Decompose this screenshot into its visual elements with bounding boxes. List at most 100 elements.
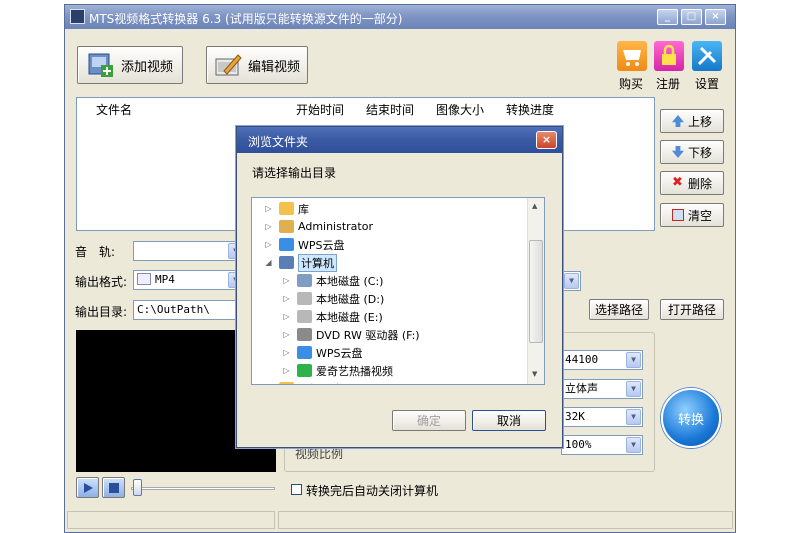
expand-icon[interactable]: ▷ — [282, 312, 291, 321]
tools-icon[interactable] — [692, 41, 722, 71]
edit-video-button[interactable]: 编辑视频 — [206, 46, 308, 84]
select-path-button[interactable]: 选择路径 — [589, 299, 649, 320]
stop-button[interactable] — [102, 477, 125, 498]
status-bar-right — [278, 511, 733, 529]
column-start-time[interactable]: 开始时间 — [296, 101, 344, 118]
buy-label[interactable]: 购买 — [619, 75, 643, 92]
tree-item-label: 更新图片 — [298, 381, 342, 385]
collapse-icon[interactable]: ◢ — [264, 258, 273, 267]
drive-icon — [297, 292, 312, 305]
tree-item-label: WPS云盘 — [316, 346, 363, 360]
register-label[interactable]: 注册 — [656, 75, 680, 92]
settings-label[interactable]: 设置 — [695, 75, 719, 92]
scroll-up-icon[interactable]: ▲ — [532, 202, 537, 210]
chevron-down-icon[interactable]: ▼ — [626, 381, 641, 397]
column-progress[interactable]: 转换进度 — [506, 101, 554, 118]
browse-folder-dialog: 浏览文件夹 × 请选择输出目录 ▷ 库 ▷ Administrator ▷ WPS云盘 ◢ 计… — [236, 126, 563, 448]
auto-shutdown-label[interactable]: 转换完后自动关闭计算机 — [306, 482, 438, 499]
edit-video-icon — [214, 51, 242, 79]
tree-item[interactable]: ▷ 本地磁盘 (E:) — [282, 308, 383, 325]
folder-tree[interactable]: ▷ 库 ▷ Administrator ▷ WPS云盘 ◢ 计算机 ▷ 本地磁盘 (C:) ▷ 本地磁… — [251, 197, 545, 385]
cart-icon[interactable] — [617, 41, 647, 71]
move-up-button[interactable]: 上移 — [660, 109, 724, 133]
expand-icon[interactable]: ▷ — [264, 222, 273, 231]
expand-icon[interactable]: ▷ — [282, 366, 291, 375]
delete-icon: ✖ — [671, 175, 683, 190]
expand-icon[interactable]: ▷ — [282, 294, 291, 303]
arrow-down-icon — [671, 146, 684, 158]
tree-item-label: DVD RW 驱动器 (F:) — [316, 328, 420, 342]
cancel-label: 取消 — [496, 414, 521, 428]
dialog-title-bar[interactable]: 浏览文件夹 × — [237, 127, 562, 153]
tree-item[interactable]: ▷ WPS云盘 — [264, 236, 345, 253]
convert-button[interactable]: 转换 — [661, 388, 721, 448]
clear-icon — [671, 209, 684, 221]
column-image-size[interactable]: 图像大小 — [436, 101, 484, 118]
expand-icon[interactable]: ▷ — [282, 348, 291, 357]
vertical-scrollbar[interactable]: ▲ ▼ — [527, 198, 544, 384]
app-icon — [70, 9, 85, 24]
expand-icon[interactable]: ▷ — [282, 276, 291, 285]
play-button[interactable] — [76, 477, 99, 498]
column-end-time[interactable]: 结束时间 — [366, 101, 414, 118]
tree-item[interactable]: ▷ 本地磁盘 (C:) — [282, 272, 383, 289]
scroll-down-icon[interactable]: ▼ — [532, 370, 537, 378]
arrow-up-icon — [671, 115, 684, 127]
tree-item[interactable]: ▷ 库 — [264, 200, 309, 217]
tree-item[interactable]: ▷ WPS云盘 — [282, 344, 363, 361]
sample-rate-value: 44100 — [565, 353, 599, 366]
lock-icon[interactable] — [654, 41, 684, 71]
audio-track-select[interactable]: ▼ — [133, 241, 245, 261]
folder-icon — [279, 382, 294, 384]
open-path-label: 打开路径 — [667, 303, 716, 317]
add-video-label: 添加视频 — [120, 59, 173, 75]
seek-track[interactable] — [131, 487, 275, 490]
cancel-button[interactable]: 取消 — [472, 410, 546, 431]
scrollbar-thumb[interactable] — [529, 240, 543, 343]
output-format-label: 输出格式: — [75, 275, 128, 289]
title-bar[interactable]: MTS视频格式转换器 6.3 (试用版只能转换源文件的一部分) _ □ × — [65, 5, 735, 29]
expand-icon[interactable]: ▷ — [264, 204, 273, 213]
close-icon[interactable]: × — [536, 131, 557, 149]
ok-button[interactable]: 确定 — [392, 410, 466, 431]
tree-item[interactable]: ▷ Administrator — [264, 218, 373, 235]
close-icon[interactable]: × — [705, 9, 726, 25]
dialog-prompt: 请选择输出目录 — [252, 166, 337, 180]
bitrate-select[interactable]: 32K ▼ — [561, 407, 643, 427]
volume-select[interactable]: 100% ▼ — [561, 435, 643, 455]
chevron-down-icon[interactable]: ▼ — [626, 352, 641, 368]
add-video-icon — [87, 51, 115, 79]
window-title: MTS视频格式转换器 6.3 (试用版只能转换源文件的一部分) — [89, 12, 403, 26]
seek-slider-handle[interactable] — [133, 479, 142, 496]
maximize-icon[interactable]: □ — [681, 9, 702, 25]
tree-item[interactable]: 更新图片 — [264, 380, 342, 385]
tree-item[interactable]: ◢ 计算机 — [264, 253, 337, 272]
clear-label: 清空 — [687, 208, 712, 223]
output-format-value: MP4 — [155, 273, 175, 286]
format-icon — [137, 273, 151, 285]
minimize-icon[interactable]: _ — [657, 9, 678, 25]
chevron-down-icon[interactable]: ▼ — [626, 409, 641, 425]
chevron-down-icon[interactable]: ▼ — [564, 273, 579, 289]
column-filename[interactable]: 文件名 — [96, 101, 132, 118]
output-dir-field[interactable]: C:\OutPath\ — [133, 300, 245, 320]
system-drive-icon — [297, 274, 312, 287]
open-path-button[interactable]: 打开路径 — [660, 299, 724, 320]
delete-button[interactable]: ✖ 删除 — [660, 171, 724, 195]
iqiyi-icon — [297, 364, 312, 377]
ok-label: 确定 — [416, 414, 441, 428]
move-down-button[interactable]: 下移 — [660, 140, 724, 164]
output-format-select[interactable]: MP4 ▼ — [133, 270, 245, 290]
convert-label: 转换 — [677, 412, 704, 428]
auto-shutdown-checkbox[interactable] — [291, 484, 302, 495]
channels-select[interactable]: 立体声 ▼ — [561, 379, 643, 399]
expand-icon[interactable]: ▷ — [282, 330, 291, 339]
sample-rate-select[interactable]: 44100 ▼ — [561, 350, 643, 370]
clear-button[interactable]: 清空 — [660, 203, 724, 227]
chevron-down-icon[interactable]: ▼ — [626, 437, 641, 453]
expand-icon[interactable]: ▷ — [264, 240, 273, 249]
add-video-button[interactable]: 添加视频 — [77, 46, 183, 84]
tree-item[interactable]: ▷ 本地磁盘 (D:) — [282, 290, 384, 307]
tree-item[interactable]: ▷ 爱奇艺热播视频 — [282, 362, 393, 379]
tree-item[interactable]: ▷ DVD RW 驱动器 (F:) — [282, 326, 420, 343]
